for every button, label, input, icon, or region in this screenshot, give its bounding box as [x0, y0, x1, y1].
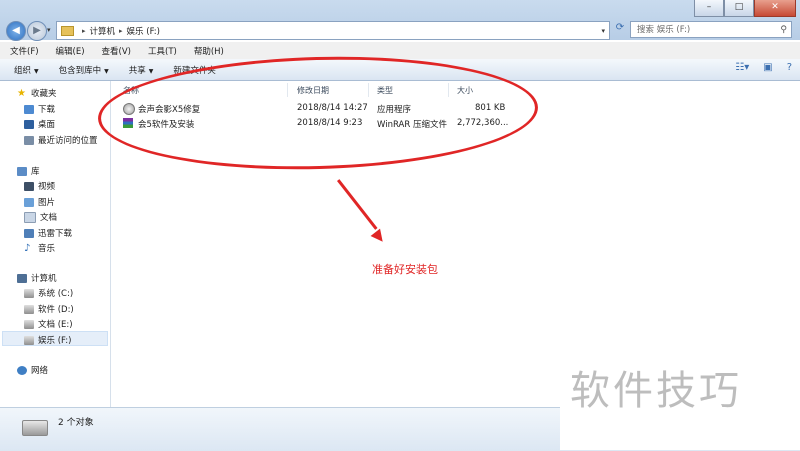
sidebar-item-xunlei[interactable]: 迅雷下载 — [24, 226, 72, 240]
sidebar-label: 文档 (E:) — [38, 320, 73, 330]
include-library-button[interactable]: 包含到库中 ▼ — [45, 64, 115, 76]
sidebar-label: 软件 (D:) — [38, 305, 74, 315]
chevron-down-icon: ▼ — [34, 67, 39, 75]
title-bar: – □ ✕ ◀ ▶ ▾ ▸ 计算机 ▸ 娱乐 (F:) ▾ ⟳ 搜索 娱乐 (F… — [0, 0, 800, 41]
sidebar-item-network[interactable]: 网络 — [17, 363, 48, 377]
forward-arrow-icon: ▶ — [33, 25, 41, 36]
breadcrumb-drive-f[interactable]: 娱乐 (F:) — [127, 25, 160, 37]
breadcrumb-separator-icon[interactable]: ▸ — [82, 27, 86, 35]
drive-icon — [24, 335, 34, 345]
folder-icon — [61, 25, 74, 36]
sidebar-item-recent[interactable]: 最近访问的位置 — [24, 133, 98, 147]
include-library-label: 包含到库中 — [58, 65, 102, 76]
sidebar-label: 系统 (C:) — [38, 289, 74, 299]
view-controls: ☷▾ ▣ ? — [735, 62, 792, 73]
view-options-icon[interactable]: ☷▾ — [735, 62, 749, 73]
sidebar-item-music[interactable]: ♪ 音乐 — [24, 241, 55, 255]
document-icon — [24, 211, 36, 223]
sidebar-item-drive-f[interactable]: 娱乐 (F:) — [24, 333, 71, 347]
sidebar-item-downloads[interactable]: 下载 — [24, 102, 55, 116]
library-icon — [17, 166, 27, 176]
menu-bar: 文件(F) 编辑(E) 查看(V) 工具(T) 帮助(H) — [0, 42, 800, 60]
menu-tools[interactable]: 工具(T) — [138, 45, 184, 57]
sidebar-label: 迅雷下载 — [38, 229, 73, 239]
search-icon[interactable]: ⚲ — [780, 22, 787, 39]
menu-view[interactable]: 查看(V) — [92, 45, 138, 57]
picture-icon — [24, 197, 34, 207]
chevron-down-icon: ▼ — [104, 67, 109, 75]
download-icon — [24, 104, 34, 114]
sidebar-label: 图片 — [38, 198, 56, 208]
preview-pane-icon[interactable]: ▣ — [763, 62, 772, 73]
sidebar-item-drive-d[interactable]: 软件 (D:) — [24, 302, 74, 316]
system-drive-icon — [24, 288, 34, 298]
sidebar-label: 网络 — [31, 366, 49, 376]
share-label: 共享 — [128, 65, 146, 76]
refresh-icon[interactable]: ⟳ — [613, 22, 627, 37]
search-placeholder: 搜索 娱乐 (F:) — [637, 25, 691, 35]
window-controls: – □ ✕ — [694, 0, 796, 17]
breadcrumb-computer[interactable]: 计算机 — [90, 25, 116, 37]
sidebar-item-computer[interactable]: 计算机 — [17, 271, 57, 285]
drive-icon — [24, 319, 34, 329]
share-button[interactable]: 共享 ▼ — [115, 64, 160, 76]
back-arrow-icon: ◀ — [12, 25, 20, 36]
sidebar-item-desktop[interactable]: 桌面 — [24, 117, 55, 131]
sidebar-label: 娱乐 (F:) — [38, 336, 72, 346]
sidebar-label: 最近访问的位置 — [38, 136, 98, 146]
address-bar[interactable]: ▸ 计算机 ▸ 娱乐 (F:) ▾ — [56, 21, 610, 40]
video-icon — [24, 181, 34, 191]
computer-icon — [17, 273, 27, 283]
star-icon: ★ — [17, 87, 26, 99]
sidebar-item-videos[interactable]: 视频 — [24, 179, 55, 193]
sidebar-label: 桌面 — [38, 120, 56, 130]
chevron-down-icon: ▼ — [148, 67, 154, 75]
xunlei-download-icon — [24, 228, 34, 238]
sidebar-label: 收藏夹 — [31, 89, 57, 99]
help-icon[interactable]: ? — [787, 62, 792, 73]
minimize-button[interactable]: – — [694, 0, 724, 17]
sidebar-item-documents[interactable]: 文档 — [24, 210, 57, 224]
music-note-icon: ♪ — [24, 242, 31, 254]
organize-label: 组织 — [14, 65, 32, 76]
sidebar-item-drive-c[interactable]: 系统 (C:) — [24, 286, 73, 300]
search-input[interactable]: 搜索 娱乐 (F:) ⚲ — [630, 21, 792, 38]
forward-button[interactable]: ▶ — [27, 21, 47, 41]
item-count: 2 个对象 — [58, 418, 94, 428]
sidebar-label: 计算机 — [31, 274, 57, 284]
network-icon — [17, 365, 27, 375]
watermark-text: 软件技巧 — [570, 368, 742, 414]
sidebar-item-libraries[interactable]: 库 — [17, 164, 40, 178]
annotation-text: 准备好安装包 — [372, 263, 438, 276]
drive-icon — [22, 420, 48, 436]
close-button[interactable]: ✕ — [754, 0, 796, 17]
sidebar-label: 库 — [31, 167, 40, 177]
sidebar-label: 视频 — [38, 182, 56, 192]
sidebar-label: 文档 — [40, 213, 58, 223]
sidebar-item-pictures[interactable]: 图片 — [24, 195, 55, 209]
maximize-button[interactable]: □ — [724, 0, 754, 17]
organize-button[interactable]: 组织 ▼ — [0, 64, 45, 76]
menu-edit[interactable]: 编辑(E) — [46, 45, 92, 57]
menu-file[interactable]: 文件(F) — [0, 45, 46, 57]
sidebar-item-favorites[interactable]: ★ 收藏夹 — [17, 86, 57, 100]
navigation-pane: ★ 收藏夹 下载 桌面 最近访问的位置 库 视频 图片 文档 迅雷下载 ♪ 音乐… — [0, 81, 111, 407]
sidebar-label: 下载 — [38, 105, 56, 115]
address-dropdown-icon[interactable]: ▾ — [601, 27, 605, 35]
breadcrumb-separator-icon[interactable]: ▸ — [119, 27, 123, 35]
desktop-icon — [24, 119, 34, 129]
drive-icon — [24, 304, 34, 314]
sidebar-item-drive-e[interactable]: 文档 (E:) — [24, 317, 73, 331]
menu-help[interactable]: 帮助(H) — [184, 45, 231, 57]
recent-places-icon — [24, 135, 34, 145]
recent-pages-dropdown[interactable]: ▾ — [47, 26, 51, 34]
back-button[interactable]: ◀ — [6, 21, 26, 41]
sidebar-label: 音乐 — [38, 244, 56, 254]
